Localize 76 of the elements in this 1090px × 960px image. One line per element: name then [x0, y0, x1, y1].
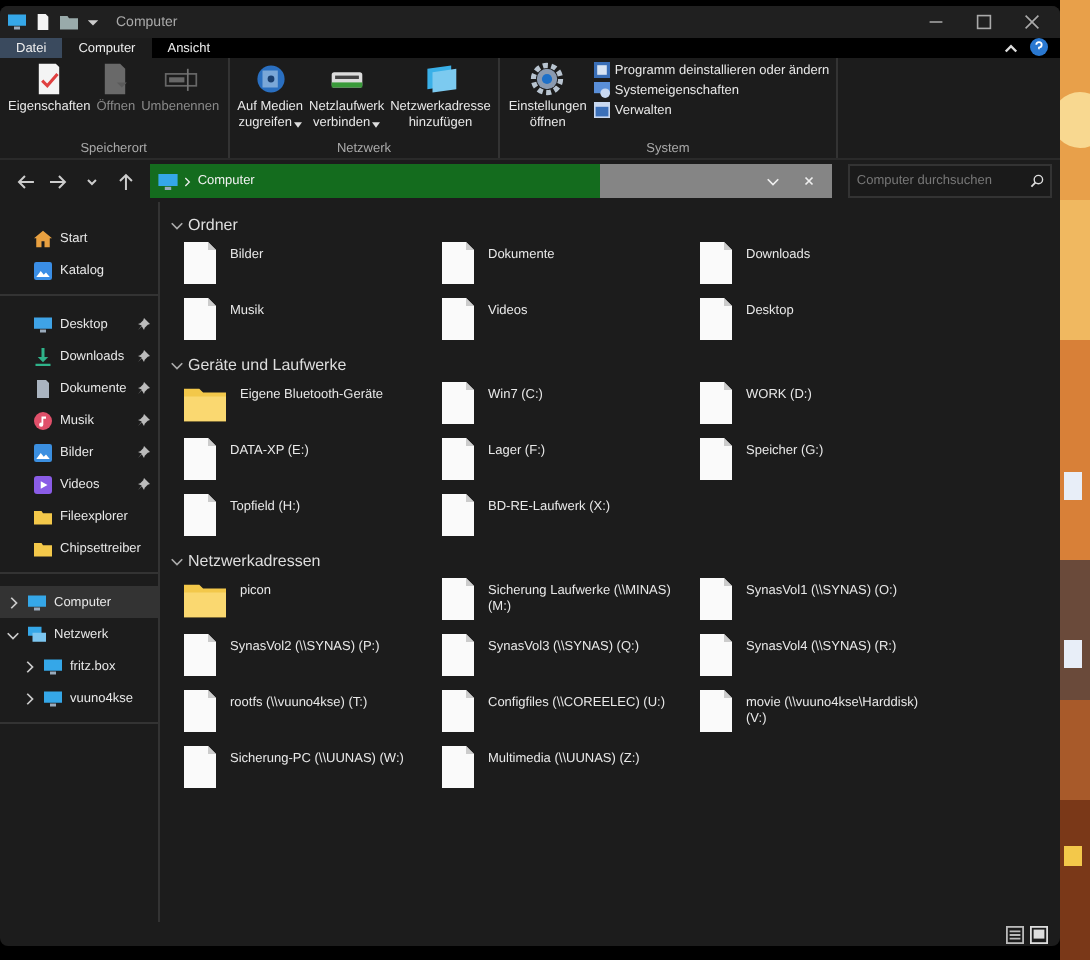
pin-icon[interactable] — [138, 350, 150, 362]
monitor-icon — [44, 689, 62, 707]
pin-icon[interactable] — [138, 414, 150, 426]
file-icon[interactable] — [442, 634, 474, 676]
file-icon[interactable] — [442, 438, 474, 480]
file-icon[interactable] — [700, 438, 732, 480]
document-icon — [34, 379, 52, 397]
tiles-view-icon[interactable] — [1030, 925, 1048, 943]
caret-icon[interactable] — [293, 121, 302, 127]
chevron-icon[interactable] — [6, 627, 20, 641]
monitor-icon — [34, 315, 52, 333]
close-icon[interactable] — [1024, 14, 1040, 30]
back-icon[interactable] — [15, 171, 35, 191]
file-icon[interactable] — [442, 746, 474, 788]
settings-icon — [530, 62, 565, 96]
file-icon[interactable] — [442, 242, 474, 284]
chevron-icon[interactable] — [22, 691, 36, 705]
file-icon[interactable] — [442, 578, 474, 620]
pin-icon[interactable] — [138, 382, 150, 394]
file-icon[interactable] — [442, 690, 474, 732]
section-header[interactable]: Netzwerkadressen — [188, 551, 321, 569]
document-icon[interactable] — [34, 14, 52, 30]
file-icon[interactable] — [184, 438, 216, 480]
chevron-icon[interactable] — [6, 595, 20, 609]
media-icon — [253, 62, 288, 96]
computer-icon — [594, 82, 611, 98]
chevron-icon[interactable] — [170, 357, 184, 371]
forward-icon[interactable] — [48, 171, 69, 191]
folder-icon[interactable] — [184, 584, 226, 618]
file-icon[interactable] — [184, 298, 216, 340]
up-icon[interactable] — [116, 171, 137, 191]
folder-icon[interactable] — [60, 14, 78, 30]
chevron-icon[interactable] — [170, 553, 184, 567]
file-icon[interactable] — [442, 494, 474, 536]
file-icon[interactable] — [184, 746, 216, 788]
maximize-icon[interactable] — [976, 14, 992, 30]
uninstall-icon — [594, 62, 611, 78]
download-icon — [34, 347, 52, 365]
file-icon[interactable] — [700, 634, 732, 676]
monitor-icon — [423, 62, 458, 96]
help-icon[interactable] — [1030, 38, 1048, 56]
section-header[interactable]: Geräte und Laufwerke — [188, 355, 347, 373]
file-icon[interactable] — [700, 690, 732, 732]
details-view-icon[interactable] — [1006, 925, 1024, 943]
folder-icon[interactable] — [184, 388, 226, 422]
caret-icon[interactable] — [86, 16, 100, 28]
file-icon[interactable] — [442, 382, 474, 424]
file-icon[interactable] — [184, 634, 216, 676]
caret-icon[interactable] — [372, 121, 381, 127]
manage-icon — [594, 102, 611, 118]
video-icon — [34, 475, 52, 493]
music-icon — [34, 411, 52, 429]
file-icon[interactable] — [184, 494, 216, 536]
file-icon[interactable] — [442, 298, 474, 340]
file-icon[interactable] — [184, 242, 216, 284]
search-icon — [1029, 174, 1044, 188]
file-icon[interactable] — [700, 578, 732, 620]
monitor-icon — [28, 593, 46, 611]
section-header[interactable]: Ordner — [188, 215, 238, 233]
pin-icon[interactable] — [138, 446, 150, 458]
file-icon[interactable] — [700, 242, 732, 284]
monitor-icon — [44, 657, 62, 675]
chevron-up-icon[interactable] — [1004, 42, 1018, 54]
image-icon — [34, 443, 52, 461]
monitor-icon — [8, 14, 26, 30]
pin-icon[interactable] — [138, 478, 150, 490]
chevron-icon[interactable] — [22, 659, 36, 673]
pin-icon[interactable] — [138, 318, 150, 330]
chevron-icon[interactable] — [170, 217, 184, 231]
network-icon — [28, 625, 46, 643]
file-icon[interactable] — [700, 382, 732, 424]
image-icon — [34, 261, 52, 279]
file-icon[interactable] — [700, 298, 732, 340]
chevron-right-icon — [183, 175, 192, 187]
file-icon[interactable] — [184, 690, 216, 732]
home-icon — [34, 229, 52, 247]
